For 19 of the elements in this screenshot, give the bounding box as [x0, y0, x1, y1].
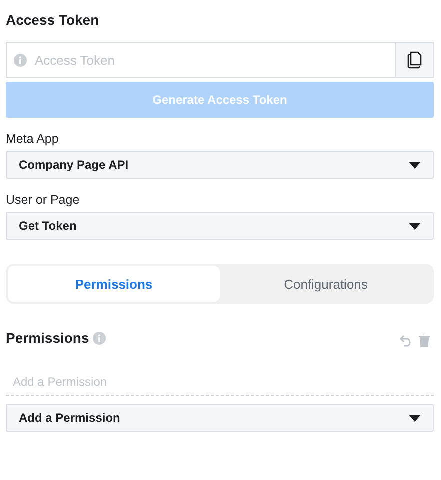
copy-button[interactable] — [395, 43, 433, 77]
tab[interactable]: Permissions — [8, 266, 220, 302]
caret-icon — [409, 414, 421, 422]
field-label: Meta App — [6, 132, 60, 146]
caret-icon — [409, 162, 421, 168]
token-field-frame[interactable]: Access Token — [6, 42, 434, 78]
caret-icon — [409, 222, 421, 230]
undo-icon[interactable] — [400, 335, 413, 347]
dropdown[interactable]: Get Token — [6, 212, 434, 240]
info-icon — [93, 332, 106, 344]
section-title: Access Token — [6, 12, 100, 30]
tab[interactable]: Configurations — [220, 266, 432, 302]
permission-dropdown[interactable]: Add a Permission — [6, 404, 434, 432]
dropdown[interactable]: Company Page API — [6, 151, 434, 179]
field-label: User or Page — [6, 193, 81, 207]
trash-icon[interactable] — [419, 335, 430, 347]
info-icon — [14, 54, 27, 66]
permissions-title: Permissions — [6, 330, 90, 346]
copy-icon — [406, 51, 422, 69]
